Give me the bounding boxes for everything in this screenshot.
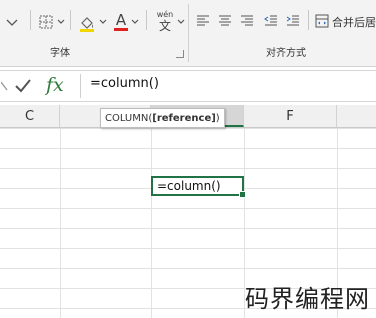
- column-header-c[interactable]: C: [0, 105, 60, 127]
- row-line: [0, 128, 376, 129]
- align-center-icon[interactable]: [216, 12, 234, 30]
- formula-bar-divider: [80, 74, 81, 98]
- phonetic-char-label: 文: [158, 18, 171, 33]
- font-color-dropdown-icon[interactable]: [130, 12, 140, 32]
- formula-bar-controls: fx: [0, 71, 80, 101]
- align-left-icon[interactable]: [194, 12, 212, 30]
- fill-color-dropdown-icon[interactable]: [98, 12, 108, 32]
- font-color-button[interactable]: A: [112, 9, 130, 33]
- separator: [308, 10, 309, 30]
- tooltip-function-name: COLUMN(: [105, 112, 153, 124]
- column-header-f[interactable]: F: [244, 105, 337, 127]
- row-line: [0, 148, 376, 149]
- row-line: [0, 168, 376, 169]
- tooltip-argument[interactable]: [reference]: [152, 113, 216, 124]
- insert-function-button[interactable]: fx: [46, 74, 64, 96]
- group-divider: [188, 4, 189, 62]
- font-dialog-launcher-icon[interactable]: [176, 50, 184, 58]
- row-line: [0, 268, 376, 269]
- ribbon: A wén 文 合并后居 字体 对齐方式: [0, 0, 376, 67]
- phonetic-wen-label: wén: [156, 9, 174, 19]
- separator: [30, 10, 31, 30]
- formula-bar: fx =column(): [0, 70, 376, 102]
- cancel-icon[interactable]: [0, 74, 10, 98]
- row-line: [0, 228, 376, 229]
- phonetic-guide-button[interactable]: wén 文: [152, 6, 178, 36]
- formula-input[interactable]: =column(): [90, 76, 159, 91]
- phonetic-dropdown-icon[interactable]: [176, 12, 186, 32]
- decrease-indent-icon[interactable]: [262, 12, 280, 30]
- font-color-label: A: [115, 10, 127, 29]
- column-line: [151, 128, 152, 318]
- active-cell-e[interactable]: =column(): [151, 176, 246, 198]
- active-cell-value: =column(): [157, 179, 221, 193]
- enter-check-icon[interactable]: [12, 75, 34, 97]
- column-line: [60, 128, 61, 318]
- fill-handle[interactable]: [239, 191, 246, 198]
- column-header-g[interactable]: [337, 105, 376, 127]
- row-line: [0, 208, 376, 209]
- fill-color-icon[interactable]: [76, 12, 98, 34]
- tooltip-close-paren: ): [215, 112, 220, 124]
- underline-dropdown-icon[interactable]: [2, 12, 22, 32]
- merge-center-label[interactable]: 合并后居: [332, 14, 376, 30]
- alignment-group-label: 对齐方式: [266, 48, 306, 59]
- font-color-swatch: [114, 27, 128, 31]
- font-group-label: 字体: [50, 48, 70, 59]
- merge-center-icon[interactable]: [314, 13, 330, 29]
- borders-dropdown-icon[interactable]: [56, 12, 66, 32]
- watermark: 码界编程网: [245, 285, 370, 313]
- row-line: [0, 248, 376, 249]
- function-tooltip: COLUMN([reference]): [100, 108, 225, 128]
- separator: [70, 10, 71, 30]
- borders-icon[interactable]: [36, 12, 56, 32]
- separator: [146, 10, 147, 30]
- align-right-icon[interactable]: [238, 12, 256, 30]
- increase-indent-icon[interactable]: [284, 12, 302, 30]
